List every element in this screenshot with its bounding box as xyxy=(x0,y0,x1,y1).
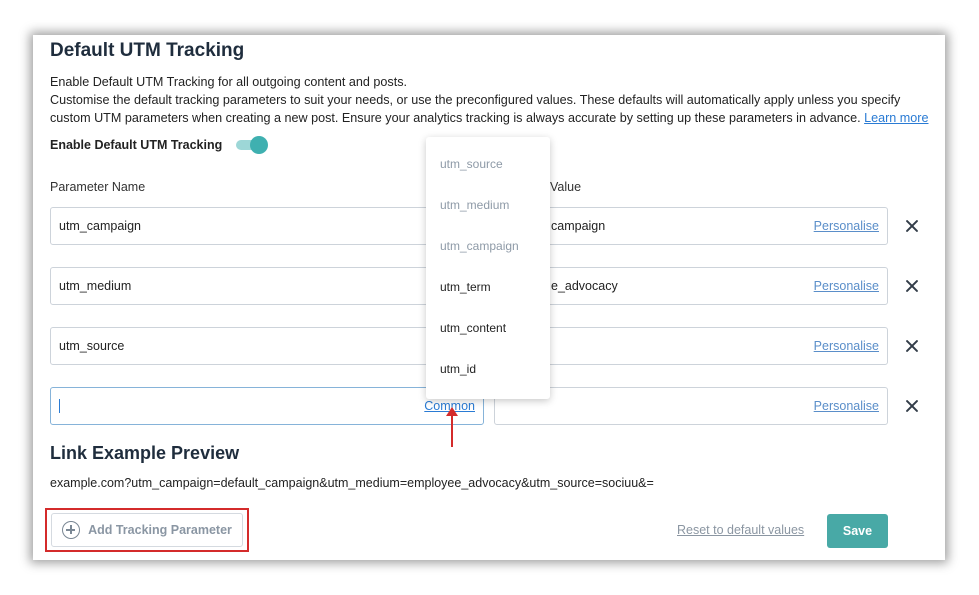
learn-more-link[interactable]: Learn more xyxy=(864,111,928,125)
description-line-1: Enable Default UTM Tracking for all outg… xyxy=(50,75,408,89)
add-tracking-parameter-label: Add Tracking Parameter xyxy=(88,523,232,537)
description-text: Customise the default tracking parameter… xyxy=(50,93,901,125)
common-parameters-dropdown: utm_source utm_medium utm_campaign utm_t… xyxy=(426,137,550,399)
reset-defaults-link[interactable]: Reset to default values xyxy=(677,523,804,537)
annotation-arrow xyxy=(446,407,458,447)
dropdown-option-utm-id[interactable]: utm_id xyxy=(440,362,476,376)
parameter-value-text: e_advocacy xyxy=(551,279,618,293)
toggle-knob xyxy=(250,136,269,154)
description-line-2: Customise the default tracking parameter… xyxy=(50,91,930,127)
parameter-name-input[interactable]: utm_source xyxy=(50,327,484,365)
toggle-label: Enable Default UTM Tracking xyxy=(50,138,223,152)
utm-settings-card: Default UTM Tracking Enable Default UTM … xyxy=(33,35,945,560)
dropdown-option-utm-source: utm_source xyxy=(440,157,503,171)
parameter-name-label: Parameter Name xyxy=(50,180,146,194)
parameter-value-input[interactable]: campaign Personalise xyxy=(494,207,888,245)
page-title: Default UTM Tracking xyxy=(50,40,245,61)
parameter-name-value: utm_campaign xyxy=(59,219,141,233)
save-button[interactable]: Save xyxy=(827,514,888,548)
link-preview-url: example.com?utm_campaign=default_campaig… xyxy=(50,476,654,490)
add-tracking-parameter-button[interactable]: Add Tracking Parameter xyxy=(51,513,243,547)
parameter-name-value: utm_medium xyxy=(59,279,132,293)
parameter-value-label: Value xyxy=(550,180,582,194)
dropdown-option-utm-medium: utm_medium xyxy=(440,198,510,212)
dropdown-option-utm-content[interactable]: utm_content xyxy=(440,321,506,335)
dropdown-option-utm-term[interactable]: utm_term xyxy=(440,280,491,294)
parameter-name-input[interactable]: utm_medium xyxy=(50,267,484,305)
close-icon[interactable] xyxy=(901,335,923,357)
personalise-link[interactable]: Personalise xyxy=(814,279,879,293)
parameter-name-value: utm_source xyxy=(59,339,125,353)
close-icon[interactable] xyxy=(901,395,923,417)
new-parameter-value-input[interactable]: Personalise xyxy=(494,387,888,425)
link-preview-title: Link Example Preview xyxy=(50,443,240,463)
arrow-shaft xyxy=(451,413,453,447)
personalise-link[interactable]: Personalise xyxy=(814,219,879,233)
description: Enable Default UTM Tracking for all outg… xyxy=(50,73,930,127)
plus-circle-icon xyxy=(62,521,81,539)
toggle-row: Enable Default UTM Tracking xyxy=(50,136,269,154)
close-icon[interactable] xyxy=(901,215,923,237)
text-caret xyxy=(59,399,60,413)
parameter-value-input[interactable]: e_advocacy Personalise xyxy=(494,267,888,305)
close-icon[interactable] xyxy=(901,275,923,297)
parameter-name-input[interactable]: utm_campaign xyxy=(50,207,484,245)
parameter-value-text: campaign xyxy=(551,219,606,233)
utm-tracking-toggle[interactable] xyxy=(236,136,269,154)
new-parameter-name-input[interactable]: Common xyxy=(50,387,484,425)
personalise-link[interactable]: Personalise xyxy=(814,399,879,413)
parameter-value-input[interactable]: Personalise xyxy=(494,327,888,365)
personalise-link[interactable]: Personalise xyxy=(814,339,879,353)
dropdown-option-utm-campaign: utm_campaign xyxy=(440,239,519,253)
